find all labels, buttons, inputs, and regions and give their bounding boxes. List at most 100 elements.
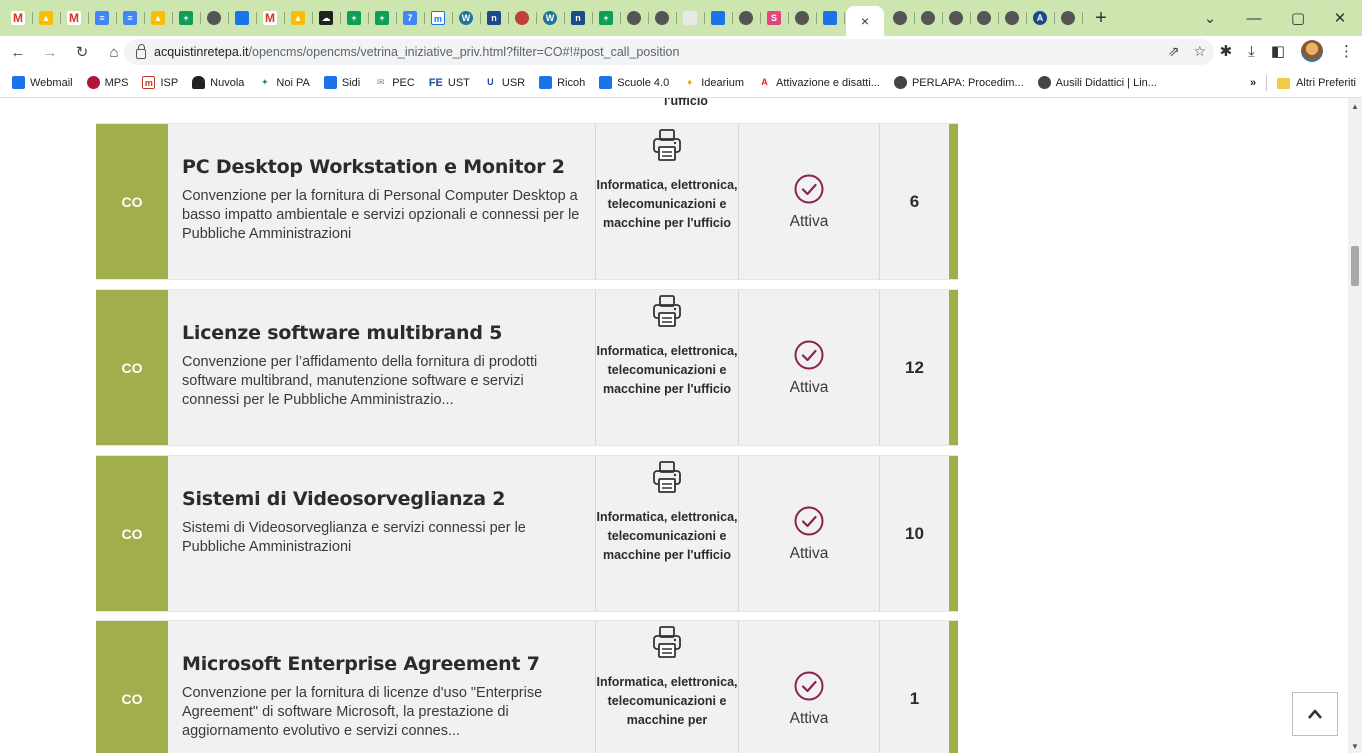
bookmark-scuole[interactable]: Scuole 4.0 [599,76,669,89]
status-cell: Attiva [738,290,879,445]
forward-arrow-icon[interactable]: → [36,38,64,66]
bookmark-webmail[interactable]: Webmail [12,76,73,89]
url-text[interactable]: acquistinretepa.it/opencms/opencms/vetri… [154,45,679,59]
bookmark-noipa[interactable]: ✦ Noi PA [258,76,310,89]
tab-active[interactable]: × [846,6,884,36]
tab-site-3[interactable]: n [482,6,509,30]
tab-sheets[interactable]: + [174,6,201,30]
tab-forms-2[interactable]: ≡ [118,6,145,30]
tab-globe-9[interactable] [972,6,999,30]
tab-globe-7[interactable] [916,6,943,30]
bookmark-attivazione[interactable]: A Attivazione e disatti... [758,76,880,89]
tab-calendar[interactable]: 7 [398,6,425,30]
page-viewport: l'ufficio CO PC Desktop Workstation e Mo… [0,98,1348,753]
globe-icon [1005,11,1019,25]
tab-globe[interactable] [202,6,229,30]
profile-avatar[interactable] [1301,40,1323,62]
back-to-top-button[interactable] [1292,692,1338,736]
tab-sheets-3[interactable]: + [370,6,397,30]
bookmark-idearium[interactable]: ♦ Idearium [683,76,744,89]
close-tab-icon[interactable]: × [861,13,869,29]
globe-icon [893,11,907,25]
tab-drive-3[interactable]: ▲ [286,6,313,30]
initiative-row[interactable]: CO Microsoft Enterprise Agreement 7 Conv… [96,620,958,753]
initiative-row[interactable]: CO PC Desktop Workstation e Monitor 2 Co… [96,123,958,280]
tab-globe-11[interactable] [1056,6,1083,30]
extensions-puzzle-icon[interactable]: ✱ [1220,42,1233,60]
bookmark-mps[interactable]: MPS [86,76,128,89]
initiative-title[interactable]: Microsoft Enterprise Agreement 7 [182,653,581,675]
share-icon[interactable]: ⇗ [1168,43,1180,60]
tab-globe-8[interactable] [944,6,971,30]
bookmark-usr[interactable]: U USR [483,76,525,89]
tab-cloud[interactable]: ☁ [314,6,341,30]
window-close-icon[interactable]: ✕ [1318,0,1362,36]
initiative-info: Licenze software multibrand 5 Convenzion… [168,290,595,445]
initiative-title[interactable]: PC Desktop Workstation e Monitor 2 [182,156,581,178]
download-icon[interactable]: ⤓ [1248,43,1255,60]
scroll-down-arrow-icon[interactable]: ▼ [1351,742,1359,751]
tab-globe-4[interactable] [734,6,761,30]
bookmark-isp[interactable]: m ISP [142,76,178,89]
minimize-icon[interactable]: — [1232,0,1276,36]
drive-icon: ▲ [39,11,53,25]
tab-drive[interactable]: ▲ [34,6,61,30]
bookmark-sidi[interactable]: Sidi [323,76,360,89]
initiative-title[interactable]: Licenze software multibrand 5 [182,322,581,344]
new-tab-button[interactable]: + [1088,5,1114,31]
reload-icon[interactable]: ↻ [68,38,96,66]
tab-sheets-4[interactable]: + [594,6,621,30]
bookmark-perlapa[interactable]: PERLAPA: Procedim... [893,76,1024,89]
tab-site-9[interactable]: A [1028,6,1055,30]
tab-search-icon[interactable]: ⌄ [1188,0,1232,36]
back-arrow-icon[interactable]: ← [4,38,32,66]
tab-forms[interactable]: ≡ [90,6,117,30]
tab-emblem[interactable] [510,6,537,30]
tab-gmail-2[interactable]: M [62,6,89,30]
tab-gmail[interactable]: M [6,6,33,30]
bookmark-pec[interactable]: ✉ PEC [374,76,415,89]
scroll-thumb[interactable] [1351,246,1359,286]
side-panel-icon[interactable]: ◧ [1271,42,1285,60]
initiative-row[interactable]: CO Licenze software multibrand 5 Convenz… [96,289,958,446]
tab-site-4[interactable]: n [566,6,593,30]
globe-icon [655,11,669,25]
tab-globe-10[interactable] [1000,6,1027,30]
printer-icon [653,295,681,327]
page-scrollbar[interactable]: ▲ ▼ [1348,98,1362,753]
site-icon: m [431,11,445,25]
tab-site-8[interactable] [818,6,845,30]
gmail-icon: M [67,11,81,25]
tab-site[interactable] [230,6,257,30]
address-bar[interactable]: acquistinretepa.it/opencms/opencms/vetri… [124,39,1214,65]
globe-icon [893,76,907,89]
bookmark-ausili[interactable]: Ausili Didattici | Lin... [1037,76,1157,89]
tab-site-5[interactable] [678,6,705,30]
tab-globe-3[interactable] [650,6,677,30]
lock-icon [136,43,146,59]
tab-globe-5[interactable] [790,6,817,30]
tab-wordpress-2[interactable]: W [538,6,565,30]
bookmark-nuvola[interactable]: Nuvola [192,76,244,89]
bookmark-ricoh[interactable]: Ricoh [539,76,585,89]
initiative-title[interactable]: Sistemi di Videosorveglianza 2 [182,488,581,510]
tab-wordpress[interactable]: W [454,6,481,30]
tab-globe-2[interactable] [622,6,649,30]
restore-icon[interactable]: ▢ [1276,0,1320,36]
initiative-row[interactable]: CO Sistemi di Videosorveglianza 2 Sistem… [96,455,958,612]
tab-site-7[interactable]: S [762,6,789,30]
tab-drive-2[interactable]: ▲ [146,6,173,30]
tab-site-2[interactable]: m [426,6,453,30]
bookmark-ust[interactable]: FE UST [429,77,470,89]
count-cell: 12 [879,290,949,445]
menu-kebab-icon[interactable]: ⋮ [1339,42,1354,60]
scroll-up-arrow-icon[interactable]: ▲ [1351,102,1359,111]
bookmarks-more-icon[interactable]: » [1250,77,1256,89]
tab-site-6[interactable] [706,6,733,30]
tab-globe-6[interactable] [888,6,915,30]
bookmark-star-icon[interactable]: ☆ [1193,43,1206,60]
tab-sheets-2[interactable]: + [342,6,369,30]
gmail-icon: M [263,11,277,25]
other-bookmarks[interactable]: Altri Preferiti [1296,77,1356,89]
tab-gmail-3[interactable]: M [258,6,285,30]
